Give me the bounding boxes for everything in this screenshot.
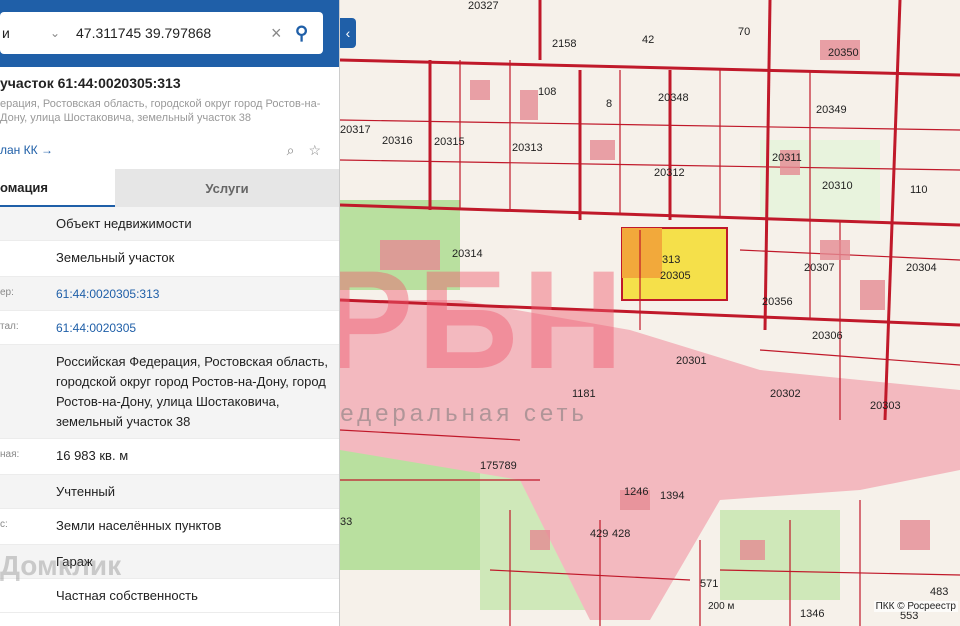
property-label [0, 475, 56, 508]
cadastral-number-link[interactable]: 61:44:0020305:313 [56, 277, 339, 310]
property-label: тал: [0, 321, 19, 332]
search-input[interactable]: 47.311745 39.797868 [68, 25, 271, 41]
map-label: 20303 [870, 400, 901, 412]
property-value: Земельный участок [56, 250, 175, 265]
map-label: 2158 [552, 38, 577, 50]
map-label: 20327 [468, 0, 499, 12]
map-label: 20306 [812, 330, 843, 342]
map-label: 20302 [770, 388, 801, 400]
quarter-number-link[interactable]: 61:44:0020305 [56, 311, 339, 344]
map-label: 20311 [772, 152, 802, 164]
search-bar: и ⌄ 47.311745 39.797868 × ⚲ [0, 0, 339, 67]
plan-row: лан КК → ⌕ ☆ [0, 135, 339, 165]
map-label: 108 [538, 86, 557, 98]
property-label: ер: [0, 287, 14, 298]
map-label: 42 [642, 34, 655, 46]
map-label: 20304 [906, 262, 937, 274]
brand-watermark: Домклик [0, 550, 122, 581]
find-on-map-icon[interactable]: ⌕ [287, 142, 295, 159]
property-label [0, 345, 56, 438]
search-icon[interactable]: ⚲ [295, 23, 323, 44]
map-label: 429 [590, 528, 609, 540]
star-icon[interactable]: ☆ [308, 142, 321, 159]
map-label: 1246 [624, 486, 649, 498]
property-value: Объект недвижимости [56, 216, 192, 231]
map-label: 70 [738, 26, 751, 38]
map-label: 20316 [382, 135, 413, 147]
chevron-left-icon: ‹ [345, 25, 351, 41]
map-label: 1394 [660, 490, 685, 502]
tab-information[interactable]: омация [0, 169, 115, 207]
map-label: 20305 [660, 270, 691, 282]
map-label: 33 [340, 516, 353, 528]
chevron-down-icon[interactable]: ⌄ [50, 26, 68, 40]
property-label: ная: [0, 449, 20, 460]
search-box: и ⌄ 47.311745 39.797868 × ⚲ [0, 12, 323, 54]
property-row: ная: 16 983 кв. м [0, 439, 339, 475]
property-row: Российская Федерация, Ростовская область… [0, 345, 339, 439]
search-mode-select[interactable]: и [0, 25, 50, 41]
object-address: ерация, Ростовская область, городской ок… [0, 98, 321, 124]
property-value: Учтенный [56, 484, 116, 499]
map-label: 175789 [480, 460, 517, 472]
map-label: 313 [662, 254, 681, 266]
map-label: 20348 [658, 92, 689, 104]
property-label: с: [0, 519, 8, 530]
property-label [0, 241, 56, 276]
clear-icon[interactable]: × [271, 23, 295, 44]
property-row: Земельный участок [0, 241, 339, 277]
property-value: Частная собственность [56, 588, 198, 603]
property-row: Частная собственность [0, 579, 339, 613]
info-panel: и ⌄ 47.311745 39.797868 × ⚲ участок 61:4… [0, 0, 340, 626]
map-label: 571 [700, 578, 719, 590]
map-label: 483 [930, 586, 949, 598]
map-label: 20350 [828, 47, 859, 59]
property-label [0, 579, 56, 612]
map-label: 110 [910, 184, 928, 196]
map-label: 20315 [434, 136, 465, 148]
map-label: 20349 [816, 104, 847, 116]
tab-services[interactable]: Услуги [115, 169, 339, 207]
map-label: 20313 [512, 142, 543, 154]
object-title: участок 61:44:0020305:313 [0, 75, 181, 91]
watermark-logo: РБН [320, 241, 628, 398]
plan-kk-link[interactable]: лан КК → [0, 143, 287, 157]
app-root: 20327 70 20350 20348 20349 20317 20316 2… [0, 0, 960, 626]
property-value: 16 983 кв. м [56, 448, 129, 463]
tabs: омация Услуги [0, 169, 339, 207]
map-scale: 200 м [708, 601, 735, 612]
property-value: Земли населённых пунктов [56, 518, 222, 533]
map-copyright: ПКК © Росреестр [873, 601, 958, 612]
watermark-subtitle: Федеральная сеть [318, 400, 588, 427]
map-label: 20301 [676, 355, 707, 367]
property-row: ер: 61:44:0020305:313 [0, 277, 339, 311]
property-label [0, 207, 56, 240]
property-row: тал: 61:44:0020305 [0, 311, 339, 345]
property-row: Объект недвижимости [0, 207, 339, 241]
map-label: 20356 [762, 296, 793, 308]
map-label: 428 [612, 528, 631, 540]
property-value: Российская Федерация, Ростовская область… [56, 354, 329, 429]
map-label: 20310 [822, 180, 853, 192]
map-label: 20312 [654, 167, 685, 179]
map-label: 20317 [340, 124, 371, 136]
collapse-panel-button[interactable]: ‹ [340, 18, 356, 48]
property-row: Учтенный [0, 475, 339, 509]
map-label: 20307 [804, 262, 835, 274]
map-label: 1346 [800, 608, 825, 620]
map-label: 8 [606, 98, 613, 110]
property-row: с: Земли населённых пунктов [0, 509, 339, 545]
